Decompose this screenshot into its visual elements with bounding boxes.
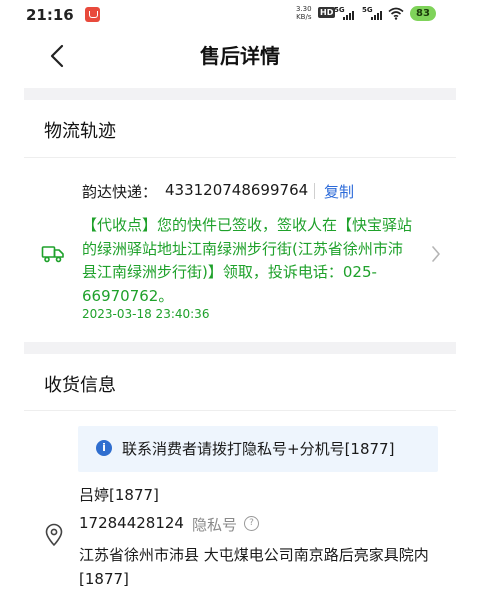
network-speed-value: 3.30 [296,5,312,13]
logistics-latest-time: 2023-03-18 23:40:36 [82,307,210,321]
back-button[interactable] [44,42,72,70]
signal-bars-1-icon [343,10,354,20]
chevron-right-icon[interactable] [430,245,442,263]
page-title: 售后详情 [200,44,280,68]
wifi-icon [388,7,404,20]
receiver-phone[interactable]: 17284428124 [79,514,184,532]
copy-tracking-button[interactable]: 复制 [324,181,354,202]
location-pin-icon [45,523,63,546]
status-bar: 21:16 3.30 KB/s HD 5G 5G 83 [0,0,480,28]
app-notification-icon [85,7,100,22]
courier-name: 韵达快递： [82,183,158,201]
privacy-notice-text: 联系消费者请拨打隐私号+分机号[1877] [122,440,395,458]
receiver-section-title: 收货信息 [44,375,116,396]
info-icon: i [96,440,112,456]
privacy-number-label: 隐私号 [192,516,238,534]
section-gap [24,88,456,100]
logistics-latest-status: 【代收点】您的快件已签收，签收人在【快宝驿站的绿洲驿站地址江南绿洲步行街(江苏省… [82,216,413,305]
tracking-number: 433120748699764 [165,181,309,199]
receiver-address: 江苏省徐州市沛县 大屯煤电公司南京路后亮家具院内[1877] [79,546,429,588]
truck-icon [41,246,64,263]
section-gap [24,342,456,354]
divider [24,410,456,411]
logistics-section-title: 物流轨迹 [44,121,116,142]
chevron-left-icon [50,44,64,68]
signal-bars-2-icon [371,10,382,20]
network-speed-unit: KB/s [296,13,312,21]
status-time: 21:16 [26,6,74,24]
hd-badge: HD [318,7,336,18]
receiver-name: 吕婷[1877] [79,486,159,504]
separator [314,183,315,199]
help-icon[interactable]: ? [244,516,259,531]
network-speed: 3.30 KB/s [296,5,312,21]
divider [24,157,456,158]
battery-indicator: 83 [410,6,436,21]
